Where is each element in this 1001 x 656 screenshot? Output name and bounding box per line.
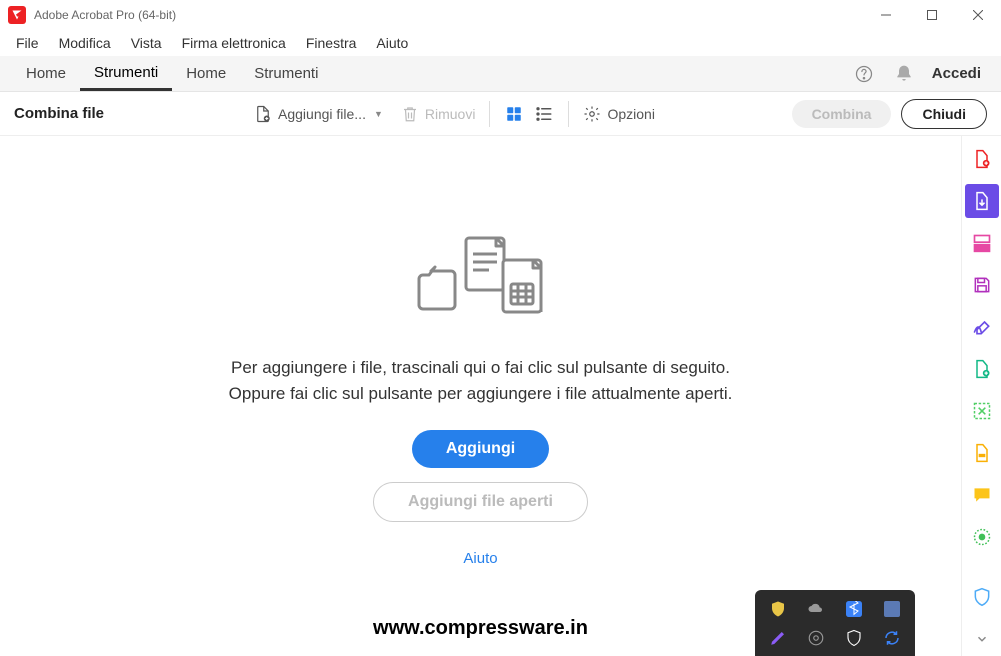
stamp-icon[interactable] — [965, 436, 999, 470]
bluetooth-tray-icon[interactable] — [843, 598, 865, 620]
bell-icon[interactable] — [890, 60, 918, 88]
toolbar: Combina file Aggiungi file... ▼ Rimuovi … — [0, 92, 1001, 136]
options-label: Opzioni — [607, 106, 654, 122]
app-tray-icon[interactable] — [881, 598, 903, 620]
chevron-down-icon[interactable] — [965, 622, 999, 656]
list-view-button[interactable] — [534, 104, 554, 124]
options-button[interactable]: Opzioni — [583, 105, 654, 123]
separator — [489, 101, 490, 127]
combine-button[interactable]: Combina — [792, 100, 892, 128]
window-title: Adobe Acrobat Pro (64-bit) — [34, 8, 176, 22]
titlebar: Adobe Acrobat Pro (64-bit) — [0, 0, 1001, 30]
separator — [568, 101, 569, 127]
security-tray-icon[interactable] — [767, 598, 789, 620]
refresh-tray-icon[interactable] — [881, 627, 903, 649]
close-tool-button[interactable]: Chiudi — [901, 99, 987, 129]
menu-aiuto[interactable]: Aiuto — [366, 32, 418, 54]
menu-vista[interactable]: Vista — [121, 32, 172, 54]
protect-icon[interactable] — [965, 580, 999, 614]
tab-home-1[interactable]: Home — [12, 58, 80, 89]
add-files-button[interactable]: Aggiungi file... ▼ — [254, 105, 383, 123]
export-pdf-icon[interactable] — [965, 184, 999, 218]
system-tray — [755, 590, 915, 656]
pen-tray-icon[interactable] — [767, 627, 789, 649]
tab-home-2[interactable]: Home — [172, 58, 240, 89]
menu-modifica[interactable]: Modifica — [49, 32, 121, 54]
add-button[interactable]: Aggiungi — [412, 430, 549, 468]
remove-label: Rimuovi — [425, 106, 476, 122]
app-logo-icon — [8, 6, 26, 24]
shield-tray-icon[interactable] — [843, 627, 865, 649]
organize-icon[interactable] — [965, 352, 999, 386]
comment-icon[interactable] — [965, 478, 999, 512]
close-button[interactable] — [955, 0, 1001, 30]
sign-icon[interactable] — [965, 310, 999, 344]
disc-tray-icon[interactable] — [805, 627, 827, 649]
compress-icon[interactable] — [965, 394, 999, 428]
right-rail — [961, 136, 1001, 656]
tool-title: Combina file — [14, 105, 104, 122]
files-illustration-icon — [411, 226, 551, 331]
watermark: www.compressware.in — [373, 617, 588, 640]
grid-view-button[interactable] — [504, 104, 524, 124]
minimize-button[interactable] — [863, 0, 909, 30]
cloud-tray-icon[interactable] — [805, 598, 827, 620]
tabbar: Home Strumenti Home Strumenti Accedi — [0, 56, 1001, 92]
help-link[interactable]: Aiuto — [463, 550, 497, 567]
main-dropzone[interactable]: Per aggiungere i file, trascinali qui o … — [0, 136, 961, 656]
menu-file[interactable]: File — [6, 32, 49, 54]
menubar: File Modifica Vista Firma elettronica Fi… — [0, 30, 1001, 56]
maximize-button[interactable] — [909, 0, 955, 30]
menu-finestra[interactable]: Finestra — [296, 32, 367, 54]
create-pdf-icon[interactable] — [965, 142, 999, 176]
tab-strumenti-2[interactable]: Strumenti — [240, 58, 332, 89]
redact-icon[interactable] — [965, 520, 999, 554]
remove-button[interactable]: Rimuovi — [401, 105, 476, 123]
help-icon[interactable] — [850, 60, 878, 88]
signin-link[interactable]: Accedi — [932, 65, 981, 82]
edit-pdf-icon[interactable] — [965, 226, 999, 260]
chevron-down-icon: ▼ — [374, 109, 383, 119]
add-open-files-button[interactable]: Aggiungi file aperti — [373, 482, 588, 522]
add-files-label: Aggiungi file... — [278, 106, 366, 122]
instruction-text: Per aggiungere i file, trascinali qui o … — [229, 355, 733, 406]
save-icon[interactable] — [965, 268, 999, 302]
tab-strumenti-1[interactable]: Strumenti — [80, 57, 172, 91]
menu-firma[interactable]: Firma elettronica — [172, 32, 296, 54]
